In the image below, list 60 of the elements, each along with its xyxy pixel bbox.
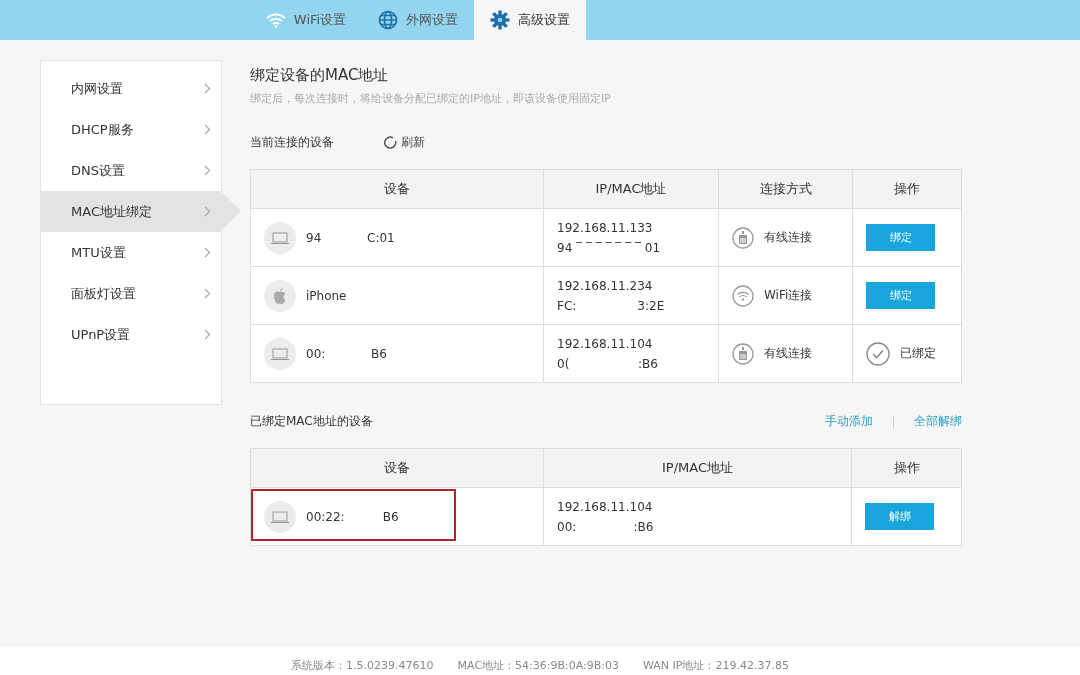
column-header: 设备 [251, 170, 543, 209]
wifi-icon [732, 284, 754, 307]
nav-tab[interactable]: 外网设置 [362, 0, 474, 40]
footer-info: MAC地址：54:36:9B:0A:9B:03 [457, 658, 619, 673]
column-header: 设备 [251, 449, 543, 488]
mac-address: FC: 3:2E [557, 298, 666, 313]
check-icon [866, 341, 890, 366]
section-heading: 当前连接的设备 [250, 134, 334, 151]
column-header: 操作 [851, 449, 961, 488]
mac-address: 94 ‾ ‾ ‾ ‾ ‾ ‾ ‾ 01 [557, 240, 662, 255]
gear-icon [490, 10, 510, 30]
connection-type: 有线连接 [764, 229, 812, 246]
ip-address: 192.168.11.104 [557, 499, 654, 514]
chevron-icon [204, 247, 211, 258]
sidebar-item[interactable]: 面板灯设置 [41, 273, 221, 314]
sidebar-item[interactable]: UPnP设置 [41, 314, 221, 355]
section-heading: 已绑定MAC地址的设备 [250, 413, 373, 430]
chevron-icon [204, 83, 211, 94]
mac-address: 00: :B6 [557, 519, 655, 534]
bound-status: 已绑定 [900, 345, 936, 362]
connection-type: WiFi连接 [764, 287, 813, 304]
device-name: 00: B6 [306, 346, 387, 361]
ip-address: 192.168.11.234 [557, 278, 654, 293]
footer-info: WAN IP地址：219.42.37.85 [643, 658, 789, 673]
laptop-icon [271, 510, 289, 523]
sidebar-item[interactable]: 内网设置 [41, 68, 221, 109]
device-name: 00:22: B6 [306, 509, 399, 524]
globe-icon [378, 10, 398, 30]
column-header: IP/MAC地址 [543, 449, 851, 488]
wifi-icon [265, 12, 286, 28]
column-header: 连接方式 [718, 170, 852, 209]
chevron-icon [204, 288, 211, 299]
sidebar-item[interactable]: MAC地址绑定 [41, 191, 221, 232]
laptop-icon [271, 347, 289, 360]
laptop-icon [271, 231, 289, 244]
nav-tab[interactable]: 高级设置 [474, 0, 586, 40]
column-header: 操作 [852, 170, 961, 209]
ip-address: 192.168.11.104 [557, 336, 654, 351]
chevron-icon [204, 329, 211, 340]
refresh-icon [384, 136, 397, 149]
column-header: IP/MAC地址 [543, 170, 718, 209]
sidebar-item[interactable]: DHCP服务 [41, 109, 221, 150]
chevron-icon [204, 165, 211, 176]
plug-icon [732, 226, 754, 249]
chevron-icon [204, 206, 211, 217]
footer-info: 系统版本：1.5.0239.47610 [291, 658, 434, 673]
page-title: 绑定设备的MAC地址 [250, 66, 390, 85]
ip-address: 192.168.11.133 [557, 220, 654, 235]
device-name: 94 C:01 [306, 230, 395, 245]
nav-tab[interactable]: WiFi设置 [250, 0, 362, 40]
chevron-icon [204, 124, 211, 135]
apple-icon [273, 287, 287, 304]
device-name: iPhone [306, 288, 347, 303]
mac-address: 0( :B6 [557, 356, 659, 371]
sidebar-item[interactable]: MTU设置 [41, 232, 221, 273]
sidebar-item[interactable]: DNS设置 [41, 150, 221, 191]
refresh-link[interactable]: 刷新 [384, 134, 425, 151]
page-description: 绑定后，每次连接时，将给设备分配已绑定的IP地址，即该设备使用固定IP [250, 91, 612, 106]
plug-icon [732, 342, 754, 365]
connection-type: 有线连接 [764, 345, 812, 362]
